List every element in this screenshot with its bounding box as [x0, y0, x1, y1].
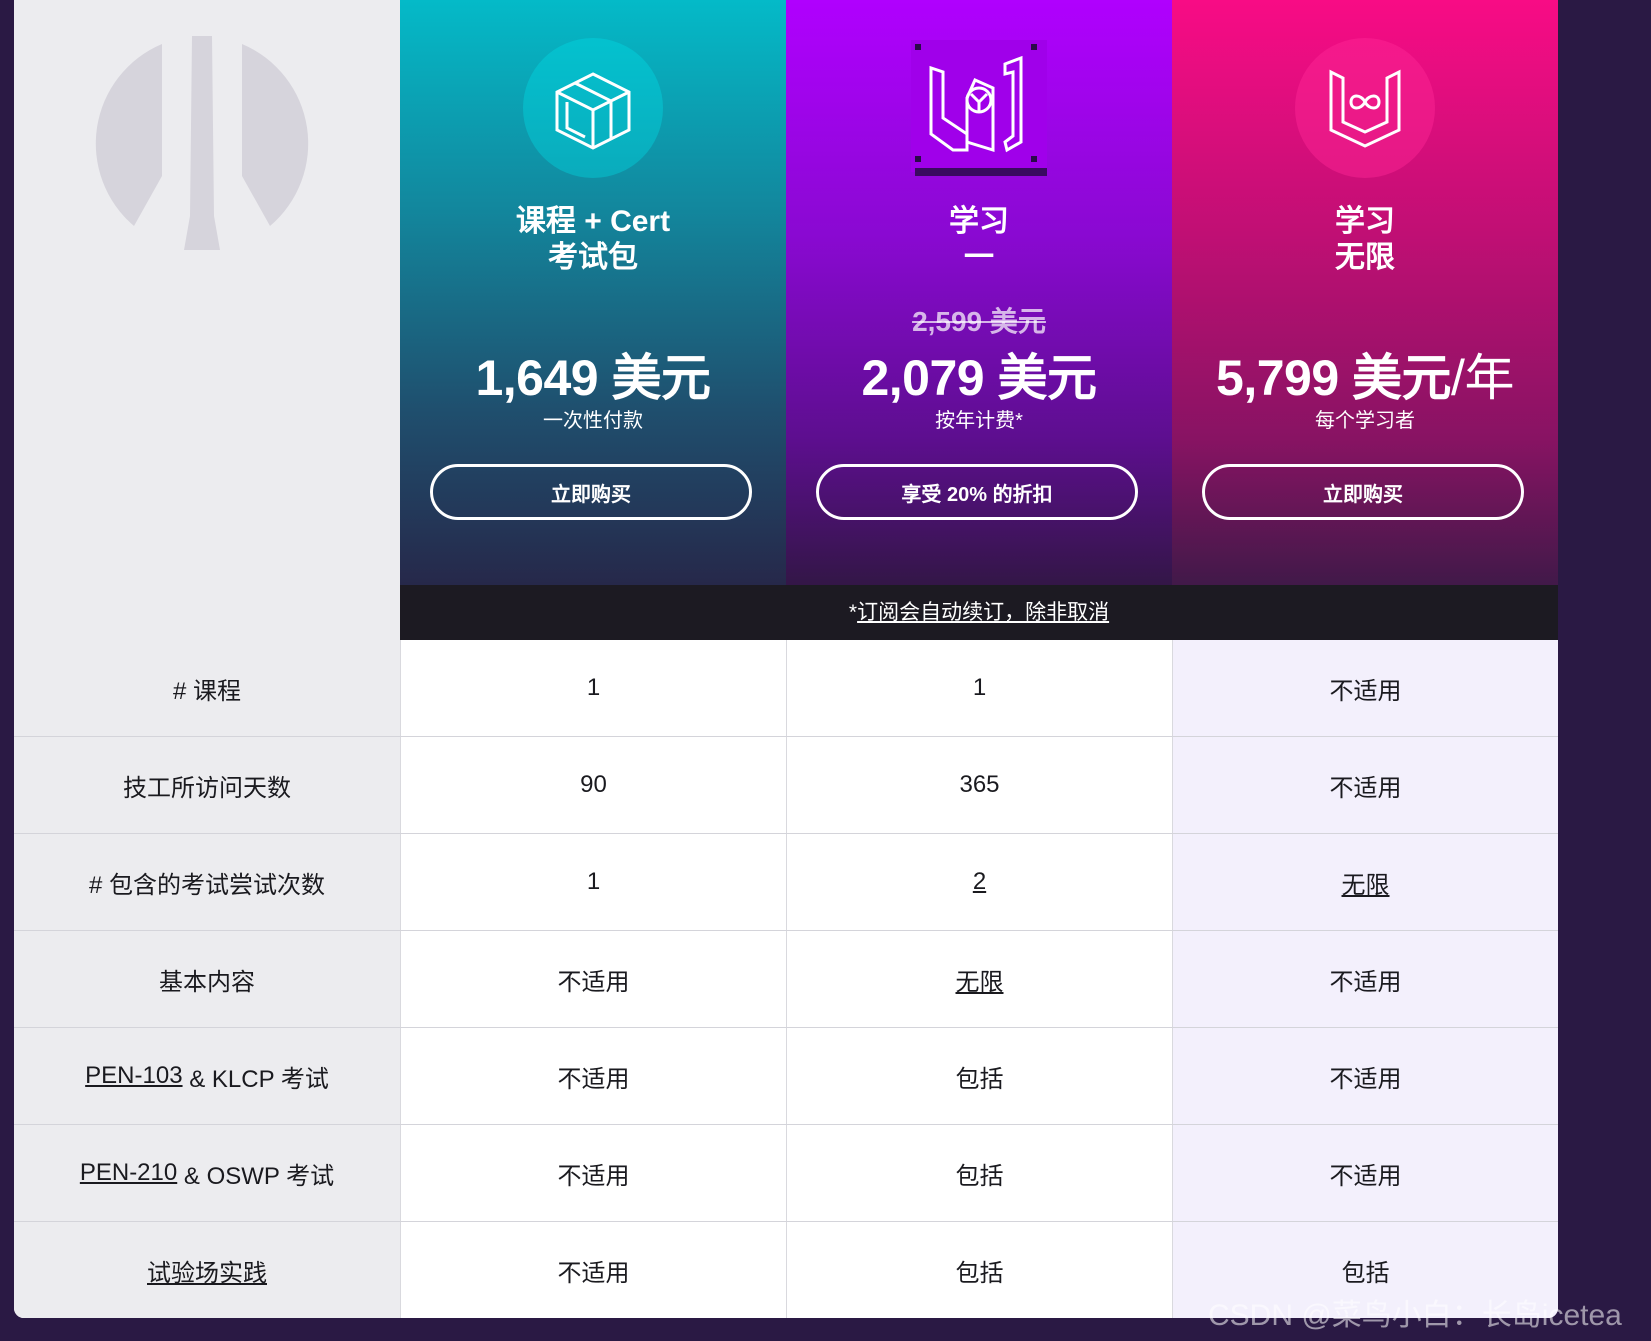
cell-course-cert: 90: [400, 737, 786, 833]
plan-price-note: 按年计费*: [935, 410, 1023, 432]
table-row: # 课程 1 1 不适用: [14, 640, 1558, 737]
table-row: # 包含的考试尝试次数 1 2 无限: [14, 834, 1558, 931]
cell-learn-one: 365: [786, 737, 1172, 833]
auto-renew-notice: *订阅会自动续订，除非取消: [400, 585, 1558, 640]
exam-attempts-link[interactable]: 2: [973, 868, 986, 896]
cell-learn-unlimited[interactable]: 无限: [1172, 834, 1558, 930]
feature-label: 技工所访问天数: [14, 737, 400, 833]
learn-unlimited-icon: [1295, 38, 1435, 178]
cell-course-cert: 不适用: [400, 1222, 786, 1318]
buy-now-button[interactable]: 立即购买: [1202, 464, 1524, 520]
cell-learn-one: 包括: [786, 1028, 1172, 1124]
pricing-panel: 课程 + Cert 考试包 1,649 美元 一次性付款 立即购买 学习 一 2…: [14, 0, 1558, 1318]
plan-title: 课程 + Cert 考试包: [515, 205, 671, 274]
plan-price-note: 每个学习者: [1315, 410, 1415, 432]
feature-label: # 课程: [14, 640, 400, 736]
cell-learn-one[interactable]: 2: [786, 834, 1172, 930]
feature-label: PEN-210 & OSWP 考试: [14, 1125, 400, 1221]
cell-course-cert: 不适用: [400, 931, 786, 1027]
cell-learn-unlimited: 不适用: [1172, 640, 1558, 736]
table-row: 基本内容 不适用 无限 不适用: [14, 931, 1558, 1028]
plan-price: 1,649 美元: [475, 350, 711, 406]
discount-button[interactable]: 享受 20% 的折扣: [816, 464, 1138, 520]
cell-learn-unlimited: 不适用: [1172, 737, 1558, 833]
plan-price: 5,799 美元/年: [1216, 350, 1514, 406]
cell-learn-one: 1: [786, 640, 1172, 736]
cell-learn-unlimited: 不适用: [1172, 931, 1558, 1027]
pen-103-link[interactable]: PEN-103: [85, 1062, 182, 1090]
table-row: PEN-103 & KLCP 考试 不适用 包括 不适用: [14, 1028, 1558, 1125]
exam-attempts-link[interactable]: 无限: [1342, 865, 1390, 900]
feature-label: # 包含的考试尝试次数: [14, 834, 400, 930]
learn-one-icon: [911, 40, 1047, 176]
cell-learn-one: 包括: [786, 1222, 1172, 1318]
feature-label: 基本内容: [14, 931, 400, 1027]
cell-learn-unlimited: 不适用: [1172, 1028, 1558, 1124]
plan-card-learn-one: 学习 一 2,599 美元 2,079 美元 按年计费* 享受 20% 的折扣: [786, 0, 1172, 585]
csdn-watermark: CSDN @菜鸟小白：长岛icetea: [1208, 1299, 1622, 1332]
fundamentals-link[interactable]: 无限: [956, 962, 1004, 997]
plan-title: 学习 无限: [1335, 205, 1395, 274]
cell-learn-unlimited: 不适用: [1172, 1125, 1558, 1221]
cell-course-cert: 1: [400, 834, 786, 930]
table-row: PEN-210 & OSWP 考试 不适用 包括 不适用: [14, 1125, 1558, 1222]
cube-icon: [523, 38, 663, 178]
feature-label: 试验场实践: [14, 1222, 400, 1318]
pen-210-link[interactable]: PEN-210: [80, 1159, 177, 1187]
cell-course-cert: 不适用: [400, 1028, 786, 1124]
plan-price-note: 一次性付款: [543, 410, 643, 432]
plan-title: 学习 一: [949, 205, 1009, 274]
feature-label: PEN-103 & KLCP 考试: [14, 1028, 400, 1124]
offsec-logo: [95, 36, 309, 250]
auto-renew-link[interactable]: 订阅会自动续订，除非取消: [857, 601, 1109, 624]
table-row: 技工所访问天数 90 365 不适用: [14, 737, 1558, 834]
cell-learn-one[interactable]: 无限: [786, 931, 1172, 1027]
plan-card-course-cert: 课程 + Cert 考试包 1,649 美元 一次性付款 立即购买: [400, 0, 786, 585]
buy-now-button[interactable]: 立即购买: [430, 464, 752, 520]
cell-course-cert: 1: [400, 640, 786, 736]
plan-card-learn-unlimited: 学习 无限 5,799 美元/年 每个学习者 立即购买: [1172, 0, 1558, 585]
plan-price: 2,079 美元: [861, 350, 1097, 406]
cell-course-cert: 不适用: [400, 1125, 786, 1221]
original-price: 2,599 美元: [912, 306, 1046, 337]
proving-grounds-link[interactable]: 试验场实践: [147, 1253, 267, 1288]
cell-learn-one: 包括: [786, 1125, 1172, 1221]
